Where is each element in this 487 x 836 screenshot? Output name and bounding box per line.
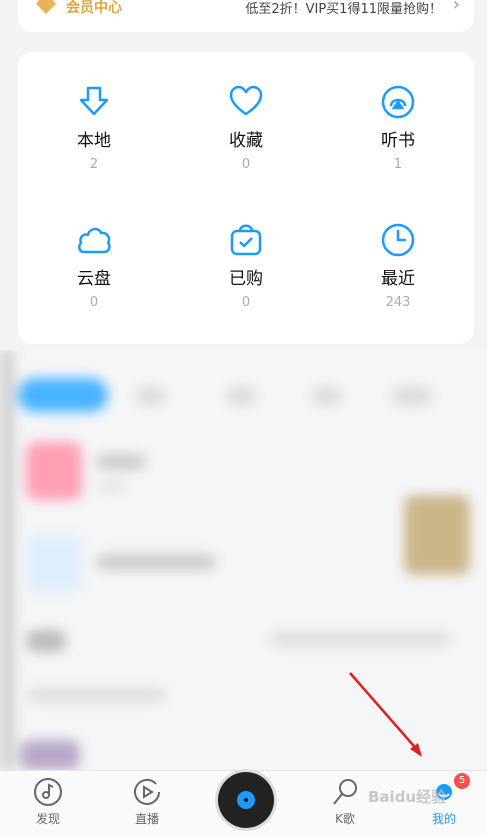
cloud-icon	[78, 227, 111, 254]
now-playing-disc-button[interactable]	[218, 772, 274, 828]
chevron-right-icon: ›	[452, 0, 460, 15]
clock-icon	[381, 223, 415, 257]
annotation-arrow-icon	[349, 672, 422, 757]
library-item-count: 2	[89, 157, 99, 172]
library-item-count: 0	[241, 295, 251, 310]
discover-note-icon	[34, 778, 62, 806]
tab-karaoke[interactable]: K歌	[315, 777, 375, 827]
library-item-label: 最近	[381, 269, 415, 289]
vip-center-banner[interactable]: 会员中心 低至2折！VIP买1得11限量抢购！ ›	[18, 0, 474, 32]
watermark: Baidu经验	[368, 788, 447, 806]
library-item-label: 本地	[77, 131, 111, 151]
audiobook-icon	[381, 85, 415, 119]
microphone-icon	[333, 779, 357, 805]
tab-label: 发现	[35, 812, 60, 826]
tab-discover[interactable]: 发现	[18, 777, 78, 827]
library-item-audiobook[interactable]: 听书 1	[322, 84, 474, 172]
library-item-cloud[interactable]: 云盘 0	[18, 222, 170, 310]
live-play-icon	[134, 778, 160, 805]
library-item-count: 0	[241, 157, 251, 172]
download-icon	[79, 86, 109, 116]
purchased-bag-icon	[230, 224, 262, 256]
library-item-local[interactable]: 本地 2	[18, 84, 170, 172]
tab-label: 直播	[134, 812, 159, 826]
library-item-count: 1	[393, 157, 403, 172]
library-item-recent[interactable]: 最近 243	[322, 222, 474, 310]
library-item-label: 听书	[381, 131, 415, 151]
tab-label: K歌	[335, 812, 355, 826]
heart-icon	[229, 85, 263, 116]
tab-label: 我的	[431, 812, 456, 826]
library-item-favorites[interactable]: 收藏 0	[170, 84, 322, 172]
vip-promo-text: 低至2折！VIP买1得11限量抢购！	[245, 2, 442, 17]
library-item-count: 0	[89, 295, 99, 310]
tab-live[interactable]: 直播	[117, 777, 177, 827]
library-grid: 本地 2 收藏 0 听书 1 云盘 0 已购 0 最近 243	[18, 52, 474, 344]
library-item-purchased[interactable]: 已购 0	[170, 222, 322, 310]
vip-title: 会员中心	[66, 0, 122, 16]
diamond-icon	[36, 0, 56, 14]
library-item-label: 已购	[229, 269, 263, 289]
library-item-label: 收藏	[229, 131, 263, 151]
library-item-count: 243	[385, 295, 411, 310]
library-item-label: 云盘	[77, 269, 111, 289]
notification-badge: 5	[454, 773, 470, 789]
